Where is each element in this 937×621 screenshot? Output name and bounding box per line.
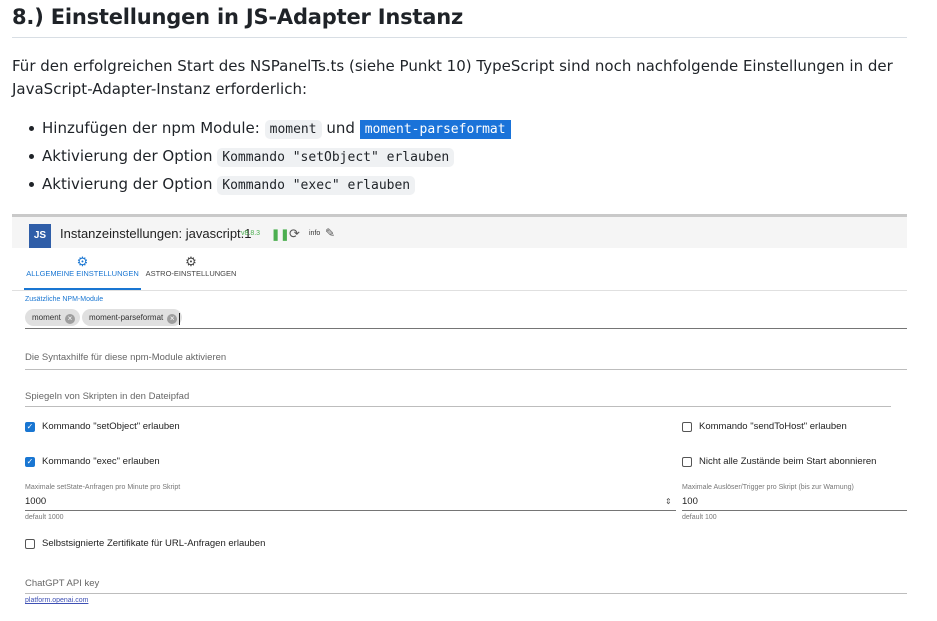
gear-filled-icon: ⚙: [76, 254, 89, 269]
max-setstate-label: Maximale setState-Anfragen pro Minute pr…: [25, 484, 181, 491]
chatgpt-key-input[interactable]: ChatGPT API key: [25, 578, 99, 589]
syntax-help-input[interactable]: Die Syntaxhilfe für diese npm-Module akt…: [25, 352, 226, 363]
pause-icon[interactable]: ❚❚: [271, 228, 289, 241]
code-moment: moment: [264, 120, 322, 139]
max-setstate-input[interactable]: 1000: [25, 496, 46, 507]
number-spinner-icon[interactable]: ⇕: [665, 497, 672, 506]
tab-general-settings[interactable]: ⚙ ALLGEMEINE EINSTELLUNGEN: [24, 254, 141, 290]
chip-remove-icon[interactable]: ×: [167, 314, 178, 324]
list-item: Hinzufügen der npm Module: moment und mo…: [29, 114, 907, 142]
chip-moment-parseformat[interactable]: moment-parseformat ×: [82, 309, 183, 326]
section-heading: 8.) Einstellungen in JS-Adapter Instanz: [12, 0, 907, 38]
openai-link[interactable]: platform.openai.com: [25, 597, 88, 604]
text-cursor[interactable]: [179, 313, 180, 325]
max-triggers-input[interactable]: 100: [682, 496, 698, 507]
version-badge: v8.8.3: [241, 230, 261, 237]
list-item: Aktivierung der Option Kommando "setObje…: [29, 142, 907, 170]
setobject-label: Kommando "setObject" erlauben: [42, 421, 180, 432]
code-exec: Kommando "exec" erlauben: [217, 176, 416, 195]
js-logo-icon: JS: [29, 224, 51, 248]
document: 8.) Einstellungen in JS-Adapter Instanz …: [12, 0, 907, 198]
max-setstate-help: default 1000: [25, 514, 64, 521]
title-bar: JS Instanzeinstellungen: javascript.1 v8…: [12, 214, 907, 248]
code-moment-parseformat: moment-parseformat: [359, 120, 511, 139]
npm-modules-underline: [25, 328, 907, 329]
sendtohost-label: Kommando "sendToHost" erlauben: [699, 421, 847, 432]
info-link[interactable]: info: [309, 230, 320, 237]
reload-icon[interactable]: ⟳: [289, 226, 300, 242]
intro-paragraph: Für den erfolgreichen Start des NSPanelT…: [12, 57, 893, 98]
setobject-checkbox[interactable]: ✓: [25, 422, 35, 432]
code-setobject: Kommando "setObject" erlauben: [217, 148, 455, 167]
settings-list: Hinzufügen der npm Module: moment und mo…: [12, 114, 907, 198]
gear-outline-icon: ⚙: [185, 254, 197, 269]
subscribe-label: Nicht alle Zustände beim Start abonniere…: [699, 456, 877, 467]
chip-remove-icon[interactable]: ×: [64, 314, 75, 324]
instance-settings-screenshot: JS Instanzeinstellungen: javascript.1 v8…: [12, 214, 907, 621]
list-item: Aktivierung der Option Kommando "exec" e…: [29, 170, 907, 198]
chip-moment[interactable]: moment ×: [25, 309, 80, 326]
selfsigned-checkbox[interactable]: [25, 539, 35, 549]
max-triggers-label: Maximale Auslöser/Trigger pro Skript (bi…: [682, 484, 854, 491]
tab-astro-settings[interactable]: ⚙ ASTRO-EINSTELLUNGEN: [142, 254, 240, 288]
selfsigned-label: Selbstsignierte Zertifikate für URL-Anfr…: [42, 538, 266, 549]
exec-label: Kommando "exec" erlauben: [42, 456, 160, 467]
sendtohost-checkbox[interactable]: [682, 422, 692, 432]
instance-title: Instanzeinstellungen: javascript.1: [60, 226, 252, 241]
edit-pencil-icon[interactable]: ✎: [325, 226, 335, 240]
mirror-path-input[interactable]: Spiegeln von Skripten in den Dateipfad: [25, 391, 189, 402]
subscribe-checkbox[interactable]: [682, 457, 692, 467]
tabs-divider: [12, 290, 907, 291]
npm-modules-label: Zusätzliche NPM-Module: [25, 296, 104, 303]
exec-checkbox[interactable]: ✓: [25, 457, 35, 467]
max-triggers-help: default 100: [682, 514, 717, 521]
